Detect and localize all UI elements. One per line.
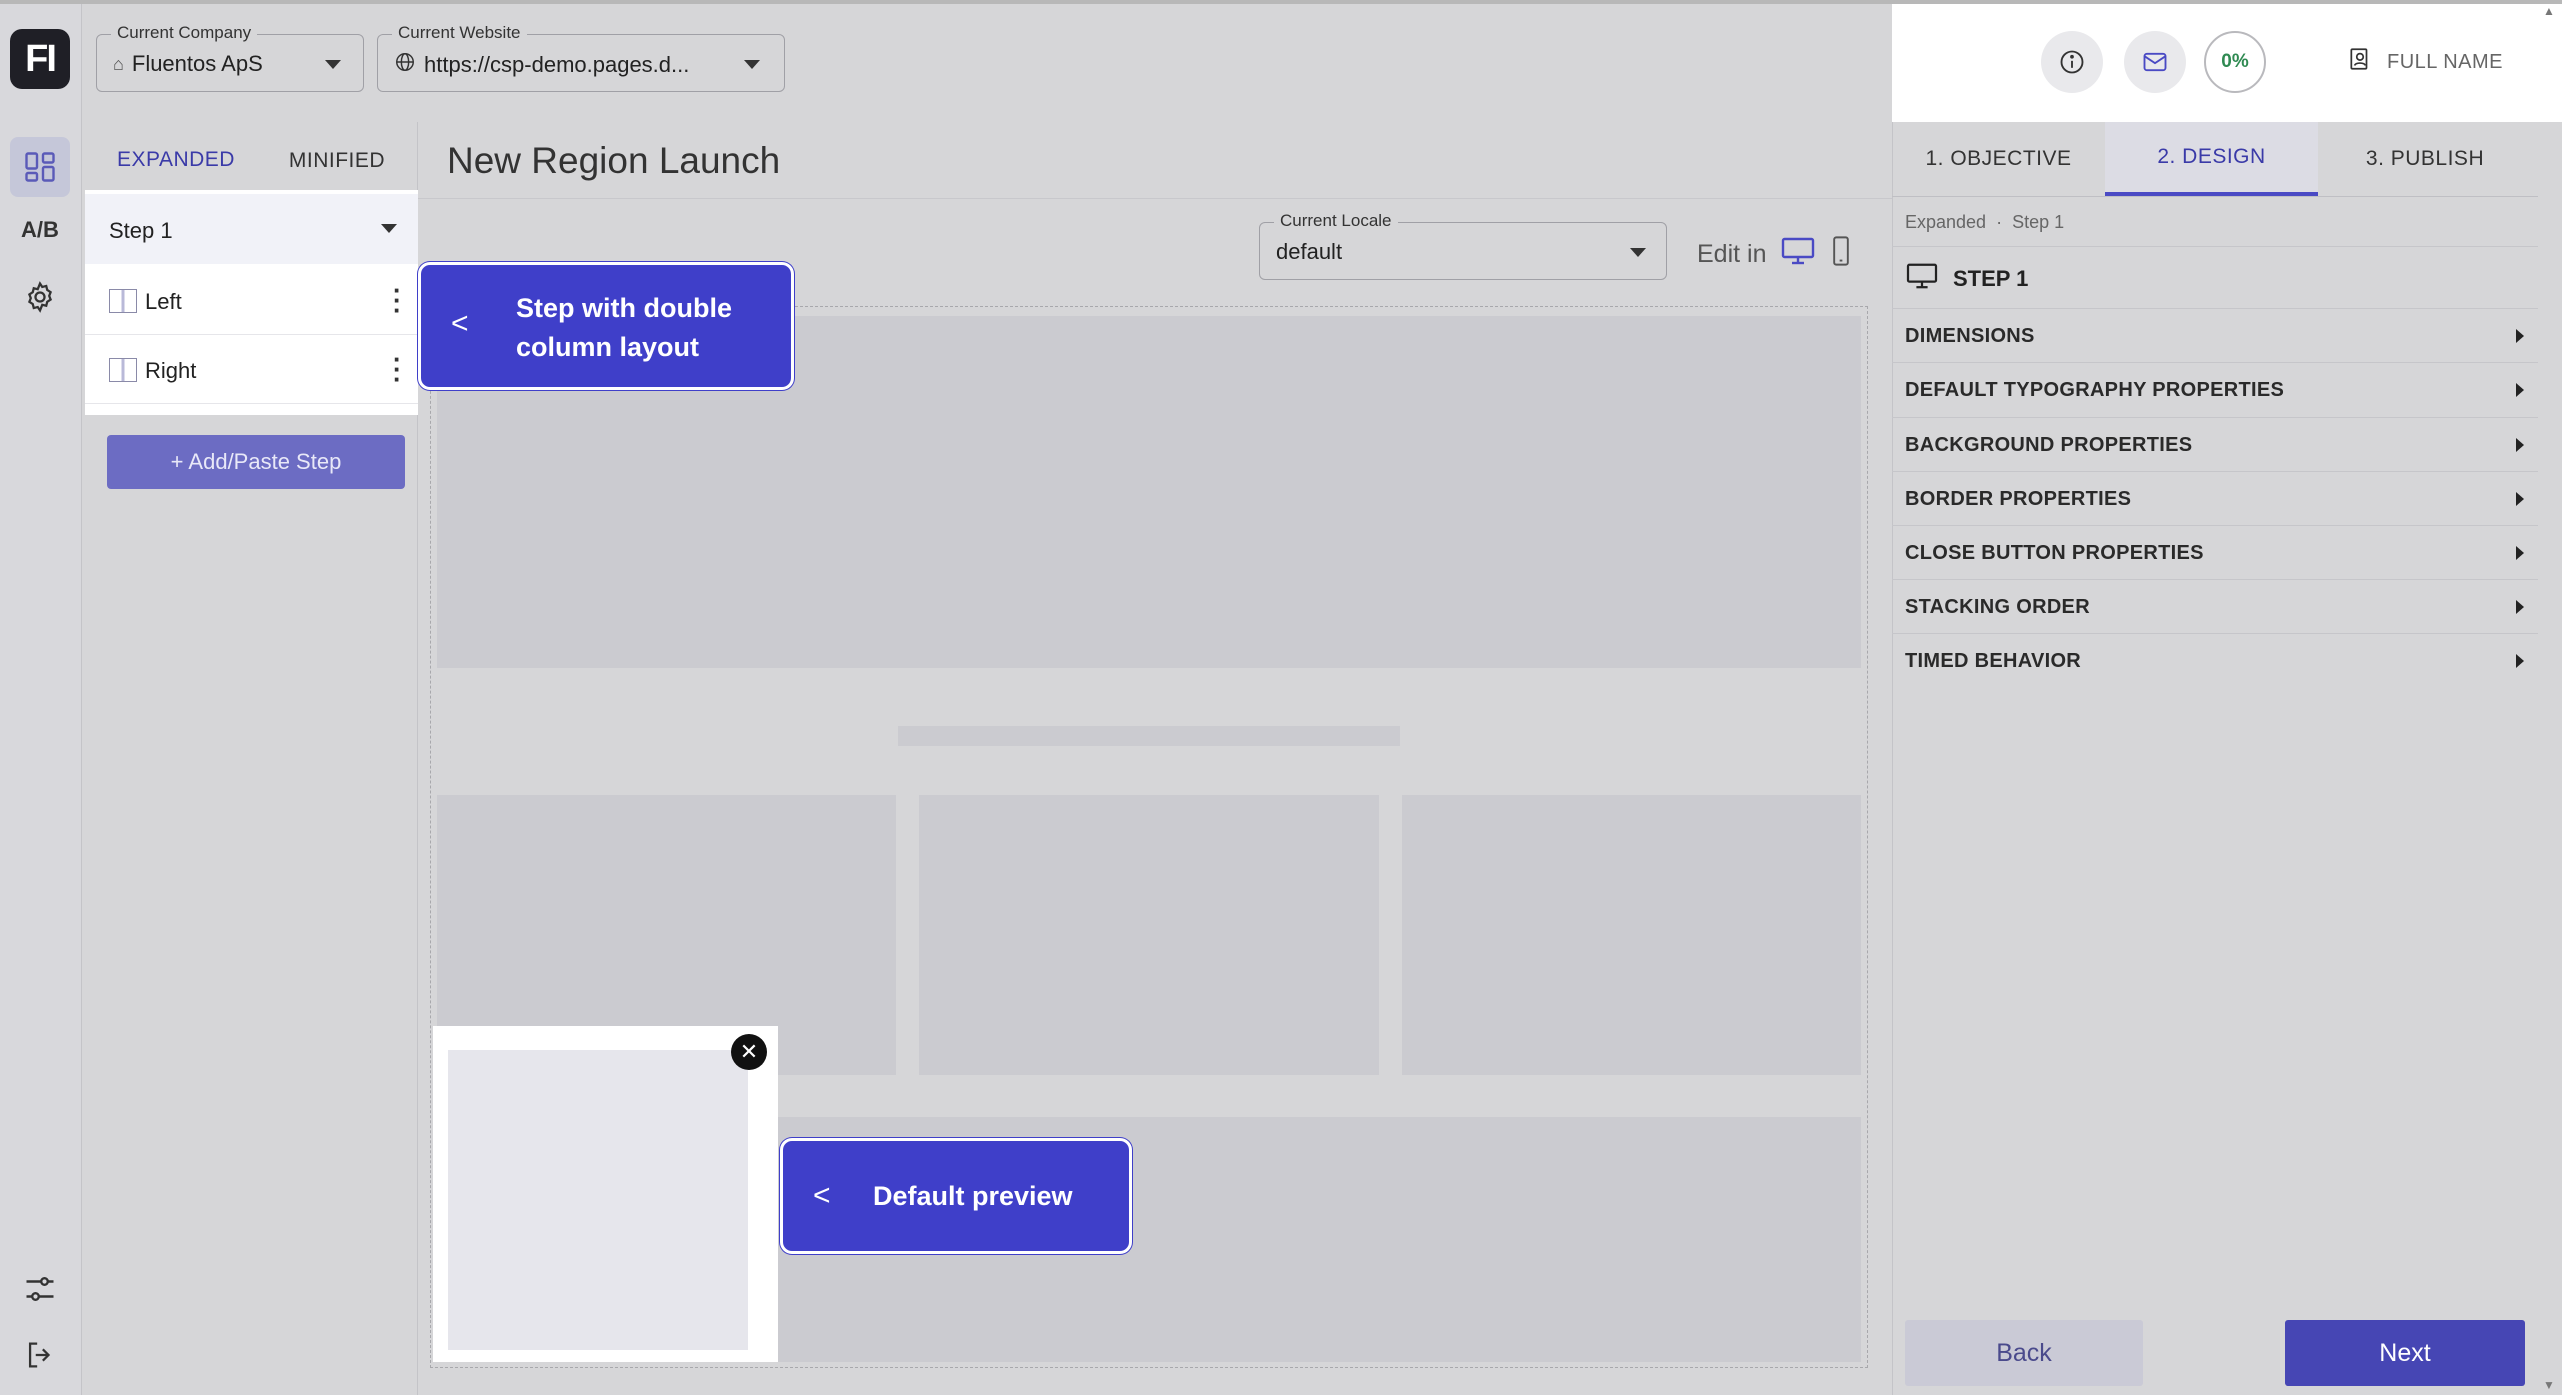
building-icon: ⌂: [113, 53, 124, 74]
chevron-down-icon: [325, 60, 341, 69]
caret-right-icon: [2516, 329, 2524, 343]
tab-publish[interactable]: 3. PUBLISH: [2318, 122, 2532, 196]
section-label: STACKING ORDER: [1905, 596, 2090, 618]
section-close-button[interactable]: CLOSE BUTTON PROPERTIES: [1892, 525, 2538, 579]
desktop-icon[interactable]: [1780, 236, 1816, 273]
website-select-value: https://csp-demo.pages.d...: [424, 52, 690, 77]
popup-content: [448, 1050, 748, 1350]
divider: [1892, 196, 2538, 197]
caret-right-icon: [2516, 600, 2524, 614]
scroll-up-arrow[interactable]: ▲: [2543, 4, 2561, 20]
tooltip-text: Step with double column layout: [516, 289, 732, 367]
next-button[interactable]: Next: [2285, 1320, 2525, 1386]
close-icon[interactable]: ✕: [731, 1034, 767, 1070]
tooltip-arrow: <: [451, 307, 469, 340]
tab-objective[interactable]: 1. OBJECTIVE: [1892, 122, 2105, 196]
edit-in-label: Edit in: [1697, 240, 1767, 268]
user-name: FULL NAME: [2387, 50, 2504, 73]
locale-select-value: default: [1276, 239, 1343, 264]
list-item-label: Right: [145, 358, 197, 383]
placeholder-card: [1402, 795, 1861, 1075]
caret-right-icon: [2516, 492, 2524, 506]
locale-select-label: Current Locale: [1274, 211, 1398, 231]
section-dimensions[interactable]: DIMENSIONS: [1892, 308, 2538, 362]
tooltip-line: Step with double: [516, 293, 732, 323]
app-logo[interactable]: FI: [10, 29, 70, 89]
list-item-label: Left: [145, 289, 182, 314]
step-title: STEP 1: [1953, 266, 2029, 291]
step-heading: STEP 1: [1905, 262, 2028, 296]
list-item-right-column[interactable]: Right · · ·: [85, 336, 421, 404]
tooltip-step-layout: < Step with double column layout: [418, 262, 794, 390]
back-button[interactable]: Back: [1905, 1320, 2143, 1386]
section-label: DIMENSIONS: [1905, 325, 2035, 347]
section-typography[interactable]: DEFAULT TYPOGRAPHY PROPERTIES: [1892, 362, 2538, 416]
section-background[interactable]: BACKGROUND PROPERTIES: [1892, 417, 2538, 471]
scroll-down-arrow[interactable]: ▼: [2543, 1378, 2561, 1394]
company-select[interactable]: Current Company ⌂ Fluentos ApS: [96, 23, 364, 92]
caret-right-icon: [2516, 654, 2524, 668]
placeholder-text: [898, 726, 1400, 746]
section-label: BORDER PROPERTIES: [1905, 488, 2132, 510]
section-border[interactable]: BORDER PROPERTIES: [1892, 471, 2538, 525]
website-select[interactable]: Current Website https://csp-demo.pages.d…: [377, 23, 785, 92]
section-label: DEFAULT TYPOGRAPHY PROPERTIES: [1905, 379, 2285, 401]
company-select-label: Current Company: [111, 23, 258, 43]
tooltip-default-preview: < Default preview: [780, 1138, 1132, 1254]
column-layout-icon: [109, 358, 137, 382]
wizard-tabs: 1. OBJECTIVE 2. DESIGN 3. PUBLISH: [1892, 122, 2538, 196]
caret-right-icon: [2516, 383, 2524, 397]
step-select[interactable]: Step 1: [85, 194, 421, 264]
variant-tabs: EXPANDED MINIFIED: [96, 126, 418, 196]
column-layout-icon: [109, 289, 137, 313]
caret-right-icon: [2516, 546, 2524, 560]
sliders-icon[interactable]: [10, 1259, 70, 1319]
divider: [418, 198, 1892, 199]
breadcrumb: Expanded · Step 1: [1905, 212, 2065, 232]
progress-indicator: 0%: [2204, 31, 2266, 93]
website-select-label: Current Website: [392, 23, 527, 43]
user-icon: [2347, 46, 2373, 78]
step-select-label: Step 1: [109, 218, 173, 243]
tab-expanded[interactable]: EXPANDED: [96, 126, 256, 196]
more-vert-icon[interactable]: · · ·: [393, 346, 402, 392]
desktop-icon: [1905, 262, 1939, 296]
tab-design[interactable]: 2. DESIGN: [2105, 122, 2318, 196]
more-vert-icon[interactable]: · · ·: [393, 277, 402, 323]
chevron-down-icon: [1630, 248, 1646, 257]
placeholder-card: [919, 795, 1379, 1075]
section-label: TIMED BEHAVIOR: [1905, 650, 2082, 672]
list-item-left-column[interactable]: Left · · ·: [85, 267, 421, 335]
locale-select[interactable]: Current Locale default: [1259, 211, 1667, 280]
divider: [1892, 246, 2538, 247]
section-label: CLOSE BUTTON PROPERTIES: [1905, 542, 2204, 564]
tooltip-line: column layout: [516, 332, 700, 362]
chevron-down-icon: [744, 60, 760, 69]
company-select-value: Fluentos ApS: [131, 51, 263, 76]
user-menu[interactable]: FULL NAME: [2347, 46, 2503, 78]
section-timed-behavior[interactable]: TIMED BEHAVIOR: [1892, 633, 2538, 687]
ab-test-button[interactable]: A/B: [10, 200, 70, 260]
gear-icon[interactable]: [10, 267, 70, 327]
globe-icon: [394, 51, 416, 79]
mobile-icon[interactable]: [1830, 236, 1852, 273]
chevron-down-icon: [381, 224, 397, 233]
tooltip-arrow: <: [813, 1179, 831, 1212]
page-title: New Region Launch: [447, 140, 781, 181]
dashboard-icon[interactable]: [10, 137, 70, 197]
logout-icon[interactable]: [10, 1325, 70, 1385]
tab-minified[interactable]: MINIFIED: [256, 126, 418, 196]
section-label: BACKGROUND PROPERTIES: [1905, 434, 2193, 456]
edit-in-toggle: Edit in: [1697, 236, 1852, 273]
add-paste-step-button[interactable]: + Add/Paste Step: [107, 435, 405, 489]
tooltip-text: Default preview: [873, 1181, 1073, 1211]
info-icon[interactable]: [2041, 31, 2103, 93]
caret-right-icon: [2516, 438, 2524, 452]
mail-icon[interactable]: [2124, 31, 2186, 93]
section-stacking-order[interactable]: STACKING ORDER: [1892, 579, 2538, 633]
